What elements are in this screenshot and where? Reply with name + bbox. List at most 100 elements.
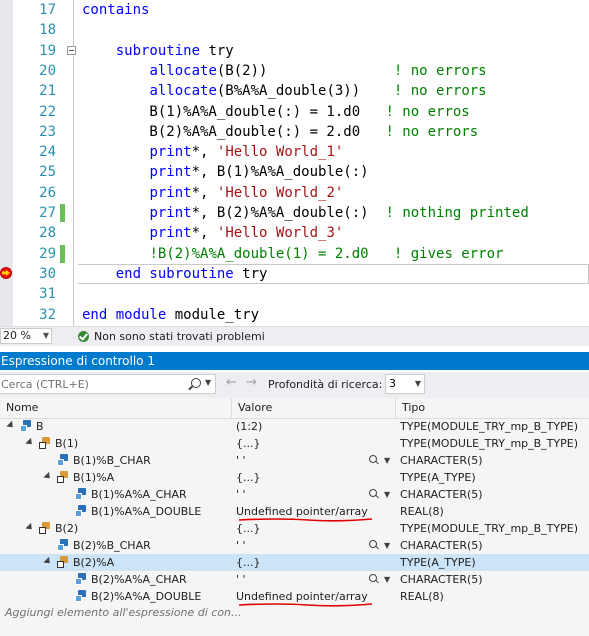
line-number: 28: [39, 225, 56, 242]
code-editor[interactable]: 17 contains 18 19 subroutine try 20 allocate…: [0, 0, 589, 326]
code-line[interactable]: 26 print*, 'Hello World_2': [0, 183, 589, 203]
search-box[interactable]: ▼: [0, 374, 216, 394]
add-watch-item[interactable]: Aggiungi elemento all'espressione di con…: [5, 606, 242, 619]
watch-item-name: B(2): [55, 522, 79, 535]
watch-grid[interactable]: Nome Valore Tipo B (1:2) TYPE(MODULE_TRY_m…: [0, 398, 589, 636]
zoom-select[interactable]: 20 % ▼: [0, 328, 52, 344]
chevron-down-icon[interactable]: ▼: [384, 452, 390, 469]
code-text[interactable]: end module module_try: [82, 305, 259, 325]
code-line[interactable]: 25 print*, B(1)%A%A_double(:): [0, 162, 589, 182]
editor-status-bar: 20 % ▼ Non sono stati trovati problemi: [0, 326, 589, 346]
watch-toolbar: ▼ ← → Profondità di ricerca: 3 ▼: [0, 372, 589, 398]
visualizer-search-icon[interactable]: [369, 455, 377, 463]
watch-row[interactable]: B(1)%A%A_DOUBLE Undefined pointer/array RE…: [0, 503, 589, 522]
watch-row[interactable]: B(2)%A {...} TYPE(A_TYPE): [0, 554, 589, 571]
expand-arrow-icon[interactable]: [43, 556, 53, 567]
watch-row[interactable]: B(2)%A%A_DOUBLE Undefined pointer/array RE…: [0, 588, 589, 607]
chevron-down-icon[interactable]: ▼: [384, 486, 390, 503]
code-text[interactable]: contains: [82, 0, 149, 20]
watch-item-type: TYPE(A_TYPE): [400, 556, 476, 569]
watch-item-value: {...}: [236, 437, 261, 450]
code-text[interactable]: end subroutine try: [82, 264, 268, 284]
line-number: 32: [39, 306, 56, 323]
code-line[interactable]: 30 end subroutine try: [0, 264, 589, 284]
line-number: 24: [39, 144, 56, 161]
code-text[interactable]: B(1)%A%A_double(:) = 1.d0 ! no erros: [82, 102, 469, 122]
visualizer-search-icon[interactable]: [369, 540, 377, 548]
expand-arrow-icon[interactable]: [43, 471, 53, 482]
code-text[interactable]: print*, B(2)%A%A_double(:) ! nothing pri…: [82, 203, 528, 223]
code-text[interactable]: allocate(B%A%A_double(3)) ! no errors: [82, 81, 486, 101]
zoom-value: 20 %: [3, 329, 31, 342]
search-depth-label: Profondità di ricerca:: [268, 378, 383, 391]
search-icon[interactable]: [191, 378, 201, 388]
code-text[interactable]: !B(2)%A%A_double(1) = 2.d0 ! gives error: [82, 244, 503, 264]
code-line[interactable]: 23 B(2)%A%A_double(:) = 2.d0 ! no errors: [0, 122, 589, 142]
watch-row[interactable]: B(1)%B_CHAR ' ' ▼ CHARACTER(5): [0, 452, 589, 469]
visualizer-search-icon[interactable]: [369, 574, 377, 582]
watch-item-name: B(2)%A: [73, 556, 115, 569]
object-icon: [20, 420, 32, 432]
watch-window-title[interactable]: Espressione di controllo 1: [0, 352, 589, 370]
object-icon: [75, 488, 87, 500]
watch-item-type: TYPE(MODULE_TRY_mp_B_TYPE): [400, 420, 578, 433]
line-number: 22: [39, 103, 56, 120]
search-input[interactable]: [1, 376, 181, 392]
watch-item-name: B(1)%A%A_DOUBLE: [91, 505, 202, 518]
code-line[interactable]: 19 subroutine try: [0, 41, 589, 61]
expand-arrow-icon[interactable]: [25, 437, 35, 448]
code-text[interactable]: print*, 'Hello World_2': [82, 183, 343, 203]
watch-item-type: CHARACTER(5): [400, 539, 483, 552]
watch-item-name: B(1)%A%A_CHAR: [91, 488, 187, 501]
chevron-down-icon[interactable]: ▼: [384, 537, 390, 554]
arrow-right-icon[interactable]: →: [246, 375, 257, 390]
code-line[interactable]: 22 B(1)%A%A_double(:) = 1.d0 ! no erros: [0, 102, 589, 122]
code-line[interactable]: 31: [0, 284, 589, 304]
watch-row[interactable]: B (1:2) TYPE(MODULE_TRY_mp_B_TYPE): [0, 418, 589, 435]
chevron-down-icon[interactable]: ▼: [384, 571, 390, 588]
watch-item-name: B(1): [55, 437, 79, 450]
watch-row[interactable]: B(2) {...} TYPE(MODULE_TRY_mp_B_TYPE): [0, 520, 589, 537]
watch-item-type: TYPE(MODULE_TRY_mp_B_TYPE): [400, 437, 578, 450]
grid-header: Nome Valore Tipo: [0, 398, 589, 419]
breakpoint-current-icon[interactable]: [0, 266, 12, 279]
watch-item-value: ' ': [236, 573, 246, 586]
code-text[interactable]: allocate(B(2)) ! no errors: [82, 61, 486, 81]
watch-row[interactable]: B(1) {...} TYPE(MODULE_TRY_mp_B_TYPE): [0, 435, 589, 452]
code-line[interactable]: 24 print*, 'Hello World_1': [0, 142, 589, 162]
code-line[interactable]: 17 contains: [0, 0, 589, 20]
code-line[interactable]: 21 allocate(B%A%A_double(3)) ! no errors: [0, 81, 589, 101]
code-text[interactable]: print*, 'Hello World_1': [82, 142, 343, 162]
code-text[interactable]: B(2)%A%A_double(:) = 2.d0 ! no errors: [82, 122, 478, 142]
expand-arrow-icon[interactable]: [25, 522, 35, 533]
watch-row[interactable]: B(1)%A {...} TYPE(A_TYPE): [0, 469, 589, 486]
line-number: 31: [39, 286, 56, 303]
object-icon: [75, 590, 87, 602]
object-icon: [57, 539, 69, 551]
column-header-name[interactable]: Nome: [0, 398, 232, 418]
watch-item-value: ' ': [236, 454, 246, 467]
code-line[interactable]: 18: [0, 20, 589, 40]
collapse-icon[interactable]: [67, 45, 76, 55]
code-text[interactable]: print*, B(1)%A%A_double(:): [82, 162, 368, 182]
watch-item-name: B(2)%B_CHAR: [73, 539, 151, 552]
watch-row[interactable]: B(2)%A%A_CHAR ' ' ▼ CHARACTER(5): [0, 571, 589, 588]
code-line[interactable]: 28 print*, 'Hello World_3': [0, 223, 589, 243]
visualizer-search-icon[interactable]: [369, 489, 377, 497]
search-depth-select[interactable]: 3 ▼: [385, 374, 425, 394]
expand-arrow-icon[interactable]: [6, 420, 16, 431]
column-header-value[interactable]: Valore: [232, 398, 396, 418]
arrow-left-icon[interactable]: ←: [226, 375, 237, 390]
watch-row[interactable]: B(2)%B_CHAR ' ' ▼ CHARACTER(5): [0, 537, 589, 554]
code-text[interactable]: print*, 'Hello World_3': [82, 223, 343, 243]
chevron-down-icon[interactable]: ▼: [205, 378, 211, 387]
code-line[interactable]: 29 !B(2)%A%A_double(1) = 2.d0 ! gives er…: [0, 244, 589, 264]
column-header-type[interactable]: Tipo: [396, 398, 589, 418]
code-text[interactable]: subroutine try: [82, 41, 234, 61]
watch-row[interactable]: B(1)%A%A_CHAR ' ' ▼ CHARACTER(5): [0, 486, 589, 503]
status-message[interactable]: Non sono stati trovati problemi: [94, 327, 265, 346]
code-line[interactable]: 32 end module module_try: [0, 305, 589, 325]
code-line[interactable]: 20 allocate(B(2)) ! no errors: [0, 61, 589, 81]
code-line[interactable]: 27 print*, B(2)%A%A_double(:) ! nothing …: [0, 203, 589, 223]
line-number: 30: [39, 265, 56, 282]
